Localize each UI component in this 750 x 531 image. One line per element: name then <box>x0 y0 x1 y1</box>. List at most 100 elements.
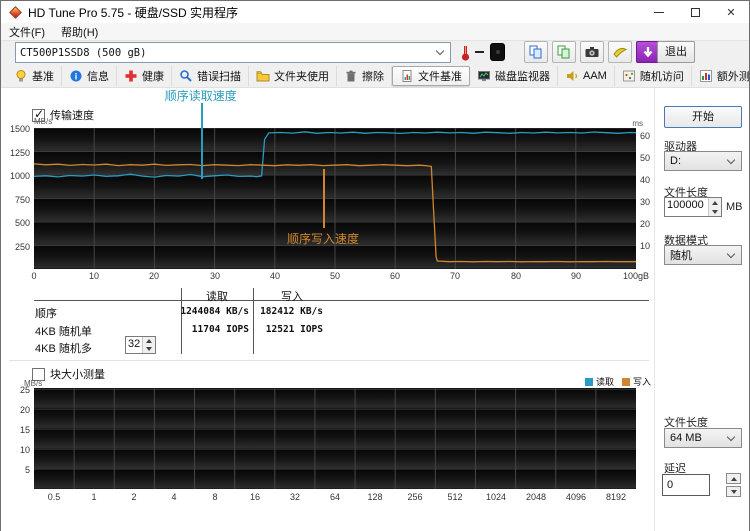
y-axis-tick-label: 1250 <box>9 148 30 158</box>
tab-erase[interactable]: 擦除 <box>337 66 392 86</box>
x-axis-tick-label: 100gB <box>622 271 650 281</box>
annotation-label: 顺序写入速度 <box>286 232 359 246</box>
annotation-label: 顺序读取速度 <box>164 89 237 103</box>
ms-axis-tick-label: 30 <box>640 197 651 207</box>
tab-folder-usage[interactable]: 文件夹使用 <box>249 66 337 86</box>
spinner-up-button[interactable] <box>143 337 155 345</box>
tab-disk-monitor[interactable]: 磁盘监视器 <box>470 66 558 86</box>
tab-extra-tests[interactable]: 额外测试 <box>692 66 750 86</box>
start-button[interactable]: 开始 <box>664 106 742 128</box>
row-label-sequential: 顺序 <box>35 308 57 320</box>
section-separator <box>9 360 649 361</box>
tab-info[interactable]: i 信息 <box>62 66 117 86</box>
speaker-icon <box>567 71 578 81</box>
x-axis-tick-label: 60 <box>389 271 401 281</box>
y-axis-unit-left: MB/s <box>34 117 53 126</box>
x-axis-tick-label: 1024 <box>485 492 507 502</box>
block-size-plot <box>34 388 636 489</box>
delay-up-button[interactable] <box>726 473 741 484</box>
tab-benchmark[interactable]: 基准 <box>7 66 62 86</box>
y-axis-tick-label: 1000 <box>9 171 30 181</box>
random-access-icon <box>622 70 635 82</box>
chevron-down-icon <box>726 249 736 258</box>
temperature-display <box>490 43 505 61</box>
legend-item-write: 写入 <box>621 375 651 388</box>
exit-button[interactable]: 退出 <box>657 41 695 63</box>
sequential-read-value: 1244084 KB/s <box>180 306 249 317</box>
y-axis-tick-label: 25 <box>19 385 30 395</box>
drive-select[interactable]: D: <box>664 151 742 171</box>
folder-icon <box>256 71 270 82</box>
x-axis-tick-label: 80 <box>510 271 522 281</box>
extra-tests-icon <box>699 70 712 82</box>
x-axis-tick-label: 2048 <box>525 492 547 502</box>
x-axis-tick-label: 16 <box>249 492 261 502</box>
annotation-line <box>200 103 203 179</box>
menubar: 文件(F) 帮助(H) <box>1 23 749 41</box>
tab-random-access[interactable]: 随机访问 <box>615 66 692 86</box>
disk-monitor-icon <box>478 71 490 82</box>
trash-icon <box>346 70 356 82</box>
copy-image-icon <box>557 45 570 59</box>
x-axis-tick-label: 64 <box>329 492 341 502</box>
app-window: HD Tune Pro 5.75 - 硬盘/SSD 实用程序 ✕ 文件(F) 帮… <box>0 0 750 531</box>
camera-icon <box>585 47 599 57</box>
col-header-read: 读取 <box>206 291 228 303</box>
delay-input[interactable]: 0 <box>662 474 710 496</box>
block-size-checkbox[interactable]: 块大小测量 <box>32 366 105 382</box>
ms-axis-tick-label: 40 <box>640 175 651 185</box>
tab-aam[interactable]: AAM <box>558 66 615 86</box>
side-panel: 开始 驱动器 D: 文件长度 100000 MB 数据模式 随机 文件长度 64… <box>656 88 749 531</box>
x-axis-tick-label: 20 <box>148 271 160 281</box>
y-axis-tick-label: 250 <box>14 242 30 252</box>
col-header-write: 写入 <box>281 291 303 303</box>
spinner-down-button[interactable] <box>143 345 155 353</box>
spinner-down-button[interactable] <box>709 207 721 216</box>
copy-text-button[interactable] <box>524 41 548 63</box>
copy-icon <box>529 45 542 59</box>
tab-error-scan[interactable]: 错误扫描 <box>172 66 249 86</box>
toolbar: CT500P1SSD8 (500 gB) 退出 <box>1 41 749 65</box>
device-select[interactable]: CT500P1SSD8 (500 gB) <box>15 42 451 63</box>
menu-item-help[interactable]: 帮助(H) <box>53 24 106 40</box>
x-axis-tick-label: 512 <box>447 492 463 502</box>
tab-health[interactable]: 健康 <box>117 66 172 86</box>
save-button[interactable] <box>608 41 632 63</box>
benchmark-icon <box>16 70 26 82</box>
x-axis-tick-label: 128 <box>367 492 383 502</box>
chevron-down-icon <box>435 46 445 56</box>
copy-image-button[interactable] <box>552 41 576 63</box>
random-single-write-value: 12521 IOPS <box>265 324 323 335</box>
block-size-chart-section: 块大小测量 MB/s 读取 写入 25 20 15 10 5 0.5 1 2 4 8 16 32 64 1… <box>1 365 656 510</box>
spinner-up-button[interactable] <box>709 198 721 207</box>
data-mode-select[interactable]: 随机 <box>664 245 742 265</box>
menu-item-file[interactable]: 文件(F) <box>1 24 53 40</box>
queue-depth-spinner[interactable]: 32 <box>125 336 156 354</box>
chevron-down-icon <box>726 155 736 164</box>
file-length2-select[interactable]: 64 MB <box>664 428 742 448</box>
file-length-spinner[interactable]: 100000 <box>664 197 722 217</box>
delay-down-button[interactable] <box>726 486 741 497</box>
y-axis-unit-right: ms <box>632 119 643 128</box>
x-axis-tick-label: 0 <box>31 271 37 281</box>
y-axis-tick-label: 5 <box>24 465 30 475</box>
app-logo-icon <box>9 5 22 19</box>
y-axis-tick-label: 500 <box>14 218 30 228</box>
x-axis-tick-label: 40 <box>269 271 281 281</box>
x-axis-tick-label: 70 <box>449 271 461 281</box>
y-axis-tick-label: 20 <box>19 405 30 415</box>
random-single-read-value: 11704 IOPS <box>191 324 249 335</box>
ms-axis-tick-label: 50 <box>640 153 651 163</box>
minimize-button[interactable] <box>641 1 677 23</box>
x-axis-tick-label: 8192 <box>605 492 627 502</box>
temperature-dash <box>475 51 484 53</box>
tab-file-benchmark[interactable]: 文件基准 <box>392 66 470 86</box>
window-title: HD Tune Pro 5.75 - 硬盘/SSD 实用程序 <box>28 5 239 20</box>
close-button[interactable]: ✕ <box>713 1 749 23</box>
x-axis-tick-label: 0.5 <box>47 492 61 502</box>
sequential-write-value: 182412 KB/s <box>260 306 323 317</box>
maximize-button[interactable] <box>677 1 713 23</box>
legend-item-read: 读取 <box>584 375 614 388</box>
screenshot-button[interactable] <box>580 41 604 63</box>
transfer-plot-svg <box>34 128 636 269</box>
